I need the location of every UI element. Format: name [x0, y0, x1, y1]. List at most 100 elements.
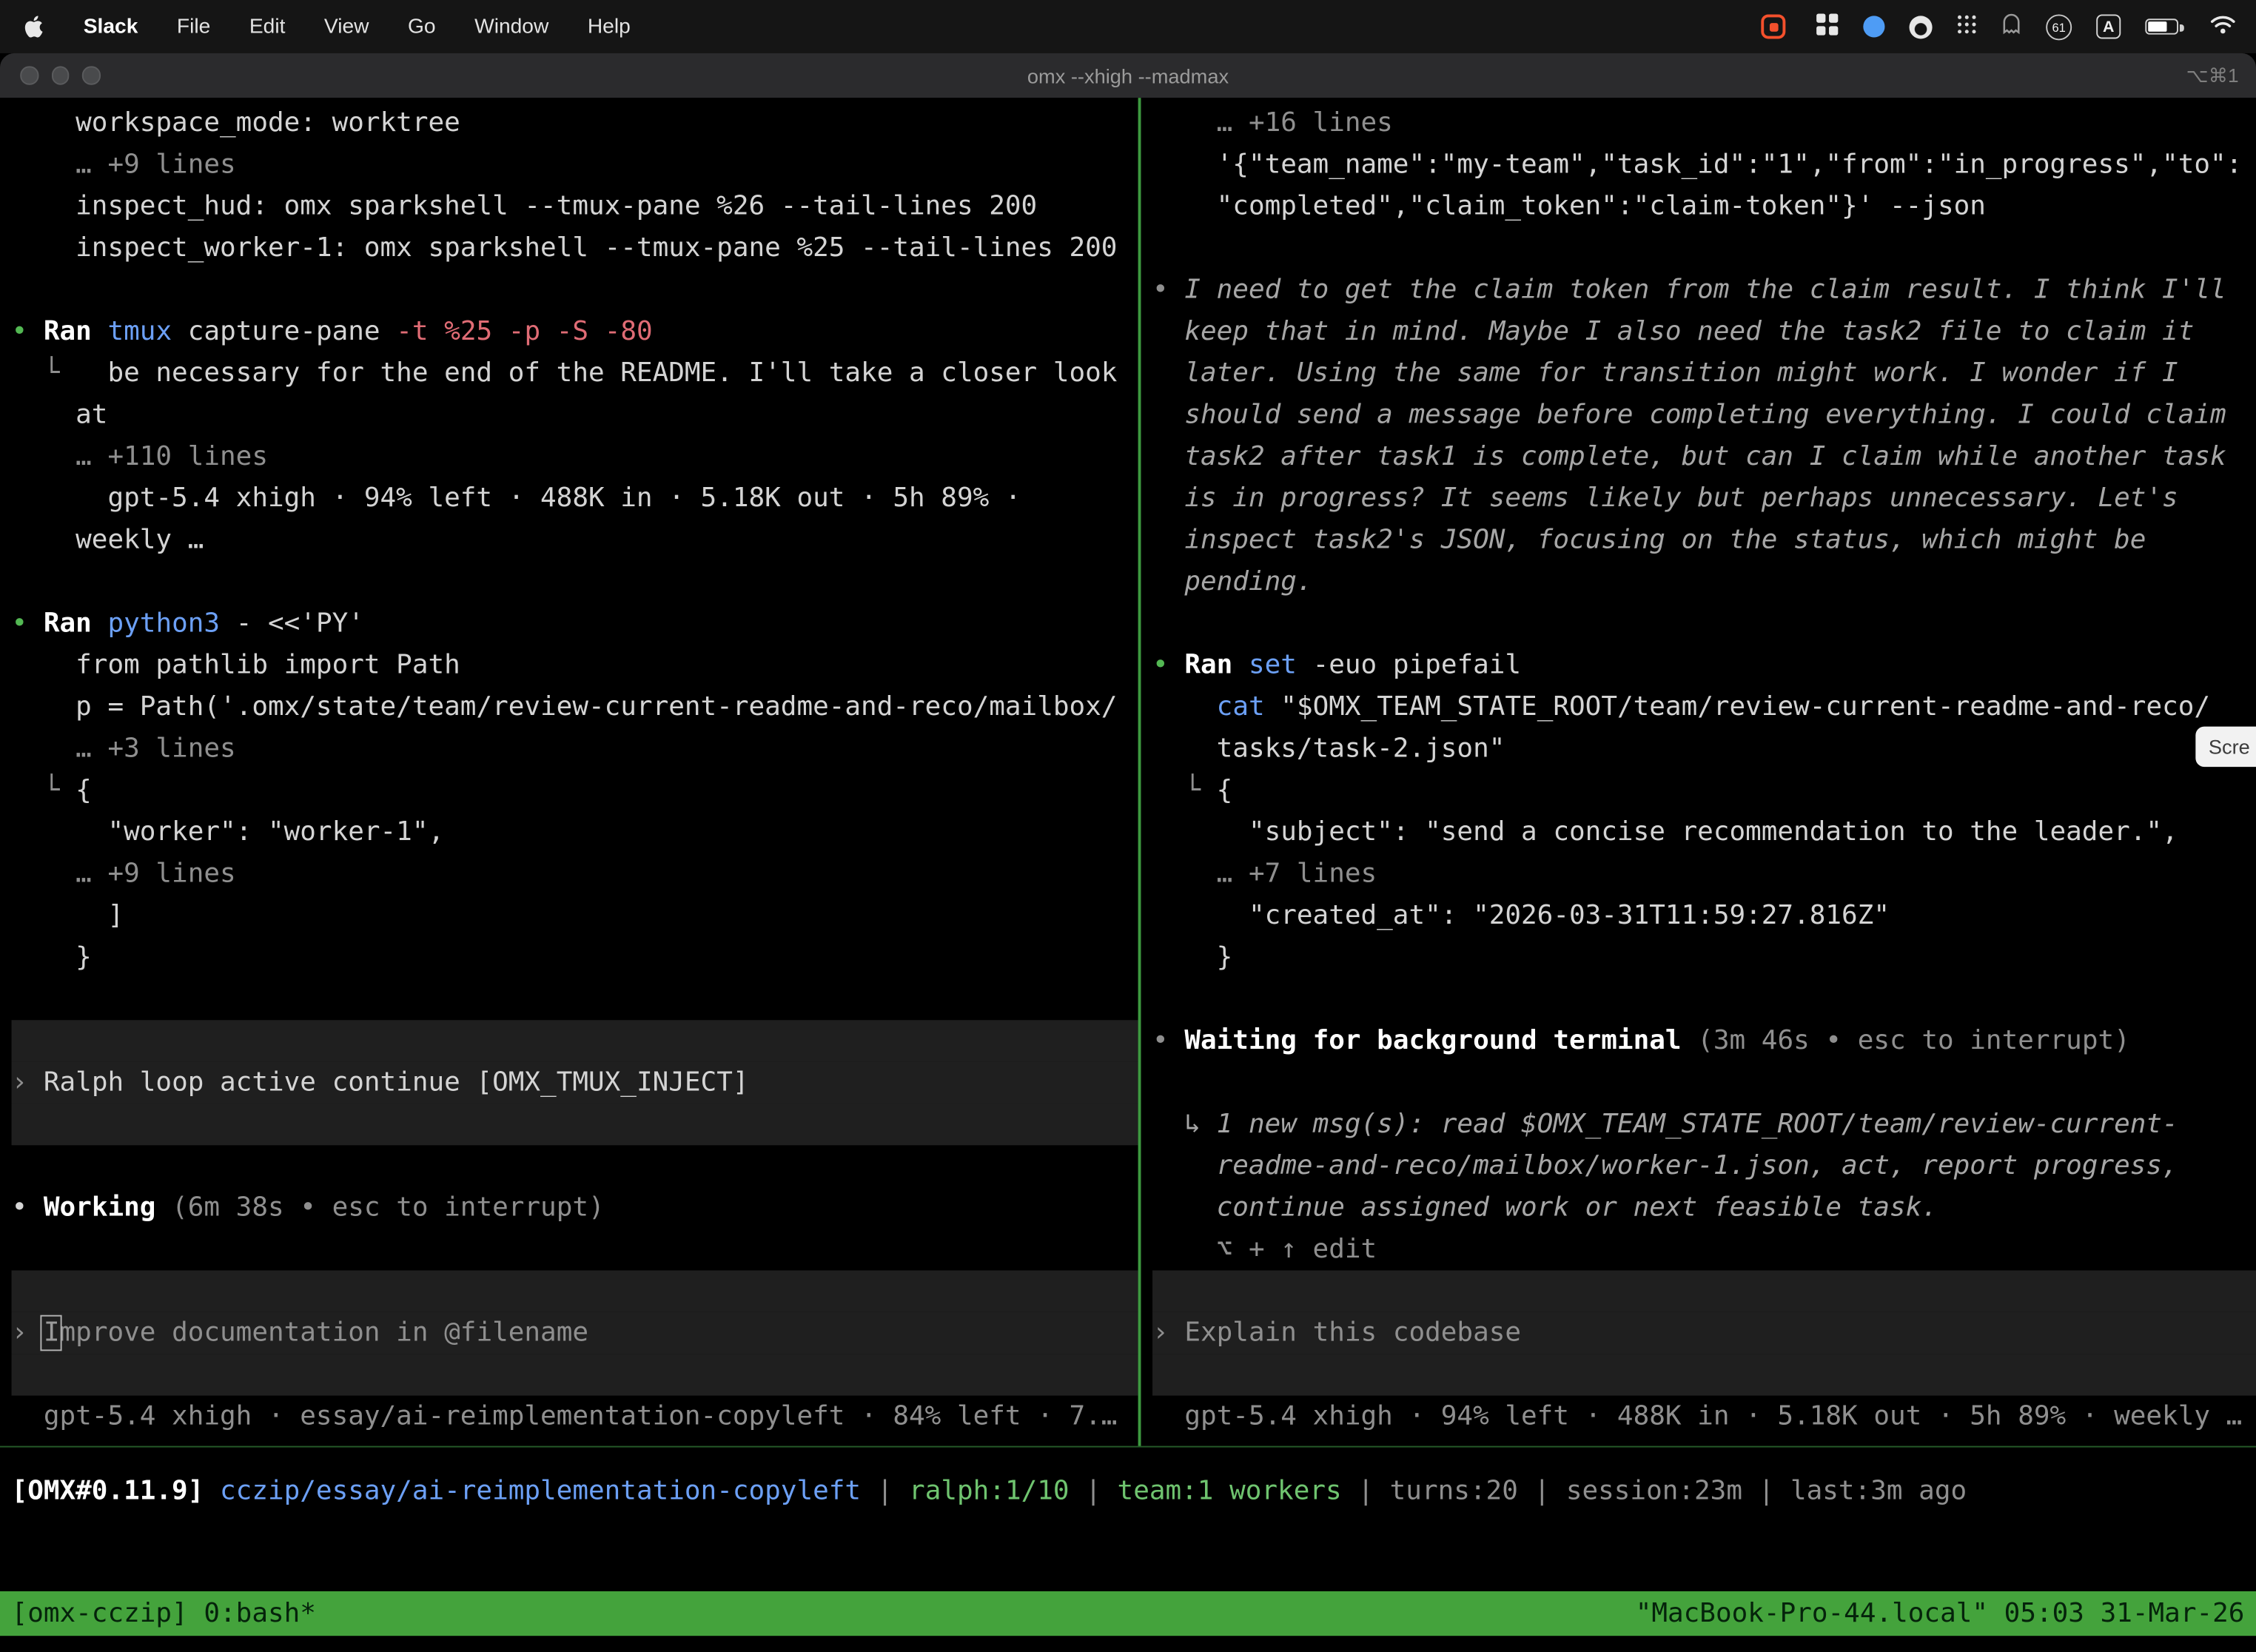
text-segment: tmux	[107, 317, 187, 347]
dots-grid-icon[interactable]	[1957, 13, 1977, 39]
prompt-chevron: ›	[1152, 1318, 1184, 1349]
terminal-line	[12, 561, 1138, 602]
tmux-status-bar: [omx-cczip] 0:bash* "MacBook-Pro-44.loca…	[0, 1591, 2256, 1636]
text-segment: set	[1249, 651, 1313, 681]
right-pane[interactable]: … +16 lines '{"team_name":"my-team","tas…	[1141, 98, 2256, 1446]
text-segment: at	[12, 400, 108, 430]
terminal-line	[1152, 1354, 2256, 1395]
menu-bar-status-area: 61 A	[1761, 13, 2256, 41]
terminal-line	[12, 269, 1138, 311]
terminal-line: inspect_hud: omx sparkshell --tmux-pane …	[12, 186, 1138, 227]
tmux-session-window[interactable]: [omx-cczip] 0:bash*	[12, 1591, 316, 1636]
text-segment: "worker": "worker-1",	[12, 817, 445, 847]
text-segment: p = Path('.omx/state/team/review-current…	[12, 692, 1118, 722]
terminal-line: "created_at": "2026-03-31T11:59:27.816Z"	[1152, 895, 2256, 936]
text-segment: }	[1152, 942, 1232, 973]
text-segment: 1 new msg(s): read $OMX_TEAM_STATE_ROOT/…	[1217, 1109, 2178, 1140]
apple-menu-icon[interactable]	[23, 14, 44, 38]
terminal-line: "completed","claim_token":"claim-token"}…	[1152, 186, 2256, 227]
terminal-line	[12, 978, 1138, 1020]
battery-icon[interactable]	[2145, 19, 2178, 34]
text-segment: weekly …	[12, 526, 204, 556]
terminal-line: pending.	[1152, 561, 2256, 602]
text-segment: "$OMX_TEAM_STATE_ROOT/team/review-curren…	[1280, 692, 2210, 722]
terminal-line: … +7 lines	[1152, 853, 2256, 895]
wifi-icon[interactable]	[2210, 13, 2236, 39]
terminal-line: • Ran python3 - <<'PY'	[12, 602, 1138, 644]
edit-hint: ⌥ + ↑ edit	[1152, 1235, 1377, 1265]
ghost-icon[interactable]	[2001, 13, 2021, 40]
terminal-line: tasks/task-2.json"	[1152, 728, 2256, 770]
terminal-line: inspect task2's JSON, focusing on the st…	[1152, 520, 2256, 561]
text-segment: gpt-5.4 xhigh · essay/ai-reimplementatio…	[12, 1401, 1118, 1431]
close-button[interactable]	[20, 67, 38, 84]
keyboard-layout-icon[interactable]: A	[2096, 14, 2121, 38]
bullet: •	[1152, 275, 1184, 305]
menu-help[interactable]: Help	[588, 15, 631, 38]
text-segment: tasks/task-2.json"	[1152, 733, 1505, 764]
text-segment: {	[1217, 776, 1233, 806]
text-segment: (6m 38s • esc to interrupt)	[172, 1192, 605, 1223]
terminal-line: at	[12, 394, 1138, 436]
text-segment: from pathlib import Path	[12, 651, 460, 681]
screen-record-icon[interactable]	[1761, 14, 1785, 38]
zoom-button[interactable]	[82, 67, 100, 84]
tree-branch: └	[1152, 776, 1217, 806]
text-segment: {	[75, 776, 92, 806]
omx-status-line: [OMX#0.11.9] cczip/essay/ai-reimplementa…	[12, 1471, 1967, 1512]
text-segment: python3	[107, 608, 235, 639]
prompt-chevron: ›	[12, 1318, 44, 1349]
text-segment: later. Using the same for transition mig…	[1152, 358, 2178, 389]
terminal-line: • Ran set -euo pipefail	[1152, 645, 2256, 686]
text-segment: task2 after task1 is complete, but can I…	[1152, 442, 2226, 472]
text-segment: |	[861, 1476, 909, 1506]
text-segment: Ran	[44, 317, 108, 347]
menu-go[interactable]: Go	[408, 15, 436, 38]
traffic-lights	[20, 53, 100, 98]
grid-icon[interactable]	[1816, 13, 1839, 41]
terminal-line: └ {	[12, 770, 1138, 811]
prompt-input-row[interactable]: › Explain this codebase	[1152, 1312, 2256, 1354]
terminal-line	[12, 1020, 1138, 1061]
window-shortcut-hint: ⌥⌘1	[2186, 64, 2239, 87]
circle-app-icon[interactable]	[1910, 15, 1933, 38]
terminal-line: workspace_mode: worktree	[12, 102, 1138, 144]
menu-edit[interactable]: Edit	[249, 15, 286, 38]
text-segment: Ran	[44, 608, 108, 639]
terminal-line: ⌥ + ↑ edit	[1152, 1229, 2256, 1270]
workspace-path: cczip/essay/ai-reimplementation-copyleft	[220, 1476, 861, 1506]
terminal-line: • Ran tmux capture-pane -t %25 -p -S -80	[12, 311, 1138, 352]
text-segment: … +7 lines	[1152, 859, 1377, 889]
terminal-line: task2 after task1 is complete, but can I…	[1152, 436, 2256, 477]
blue-dot-icon[interactable]	[1863, 16, 1884, 37]
pane-footer-row: gpt-5.4 xhigh · essay/ai-reimplementatio…	[12, 1396, 1138, 1437]
minimize-button[interactable]	[51, 67, 69, 84]
screen-pill-button[interactable]: Scre	[2195, 727, 2256, 767]
battery-percent-badge[interactable]: 61	[2046, 13, 2072, 39]
menu-view[interactable]: View	[324, 15, 369, 38]
window-title-bar[interactable]: omx --xhigh --madmax ⌥⌘1	[0, 53, 2256, 98]
terminal-line: cat "$OMX_TEAM_STATE_ROOT/team/review-cu…	[1152, 686, 2256, 728]
battery-fill	[2148, 21, 2166, 32]
menu-window[interactable]: Window	[474, 15, 548, 38]
terminal-line: weekly …	[12, 520, 1138, 561]
terminal-line: }	[12, 936, 1138, 978]
prompt-input-row[interactable]: › Improve documentation in @filename	[12, 1312, 1138, 1354]
terminal-line	[1152, 227, 2256, 269]
waiting-status-row: • Waiting for background terminal (3m 46…	[1152, 1020, 2256, 1061]
text-segment: pending.	[1152, 567, 1313, 597]
bullet: •	[1152, 1026, 1184, 1056]
terminal-line: … +9 lines	[12, 144, 1138, 185]
left-pane[interactable]: workspace_mode: worktree … +9 lines insp…	[0, 98, 1138, 1446]
terminal-line: … +110 lines	[12, 436, 1138, 477]
text-segment: - <<'PY'	[236, 608, 364, 639]
terminal-line: keep that in mind. Maybe I also need the…	[1152, 311, 2256, 352]
menu-file[interactable]: File	[177, 15, 210, 38]
terminal-line: }	[1152, 936, 2256, 978]
text-segment: |	[1518, 1476, 1566, 1506]
active-app-menu[interactable]: Slack	[84, 15, 138, 38]
terminal-line: from pathlib import Path	[12, 645, 1138, 686]
tmux-host-clock: "MacBook-Pro-44.local" 05:03 31-Mar-26	[1636, 1591, 2245, 1636]
terminal-line: should send a message before completing …	[1152, 394, 2256, 436]
text-segment: -t %25 -p -S -80	[396, 317, 652, 347]
